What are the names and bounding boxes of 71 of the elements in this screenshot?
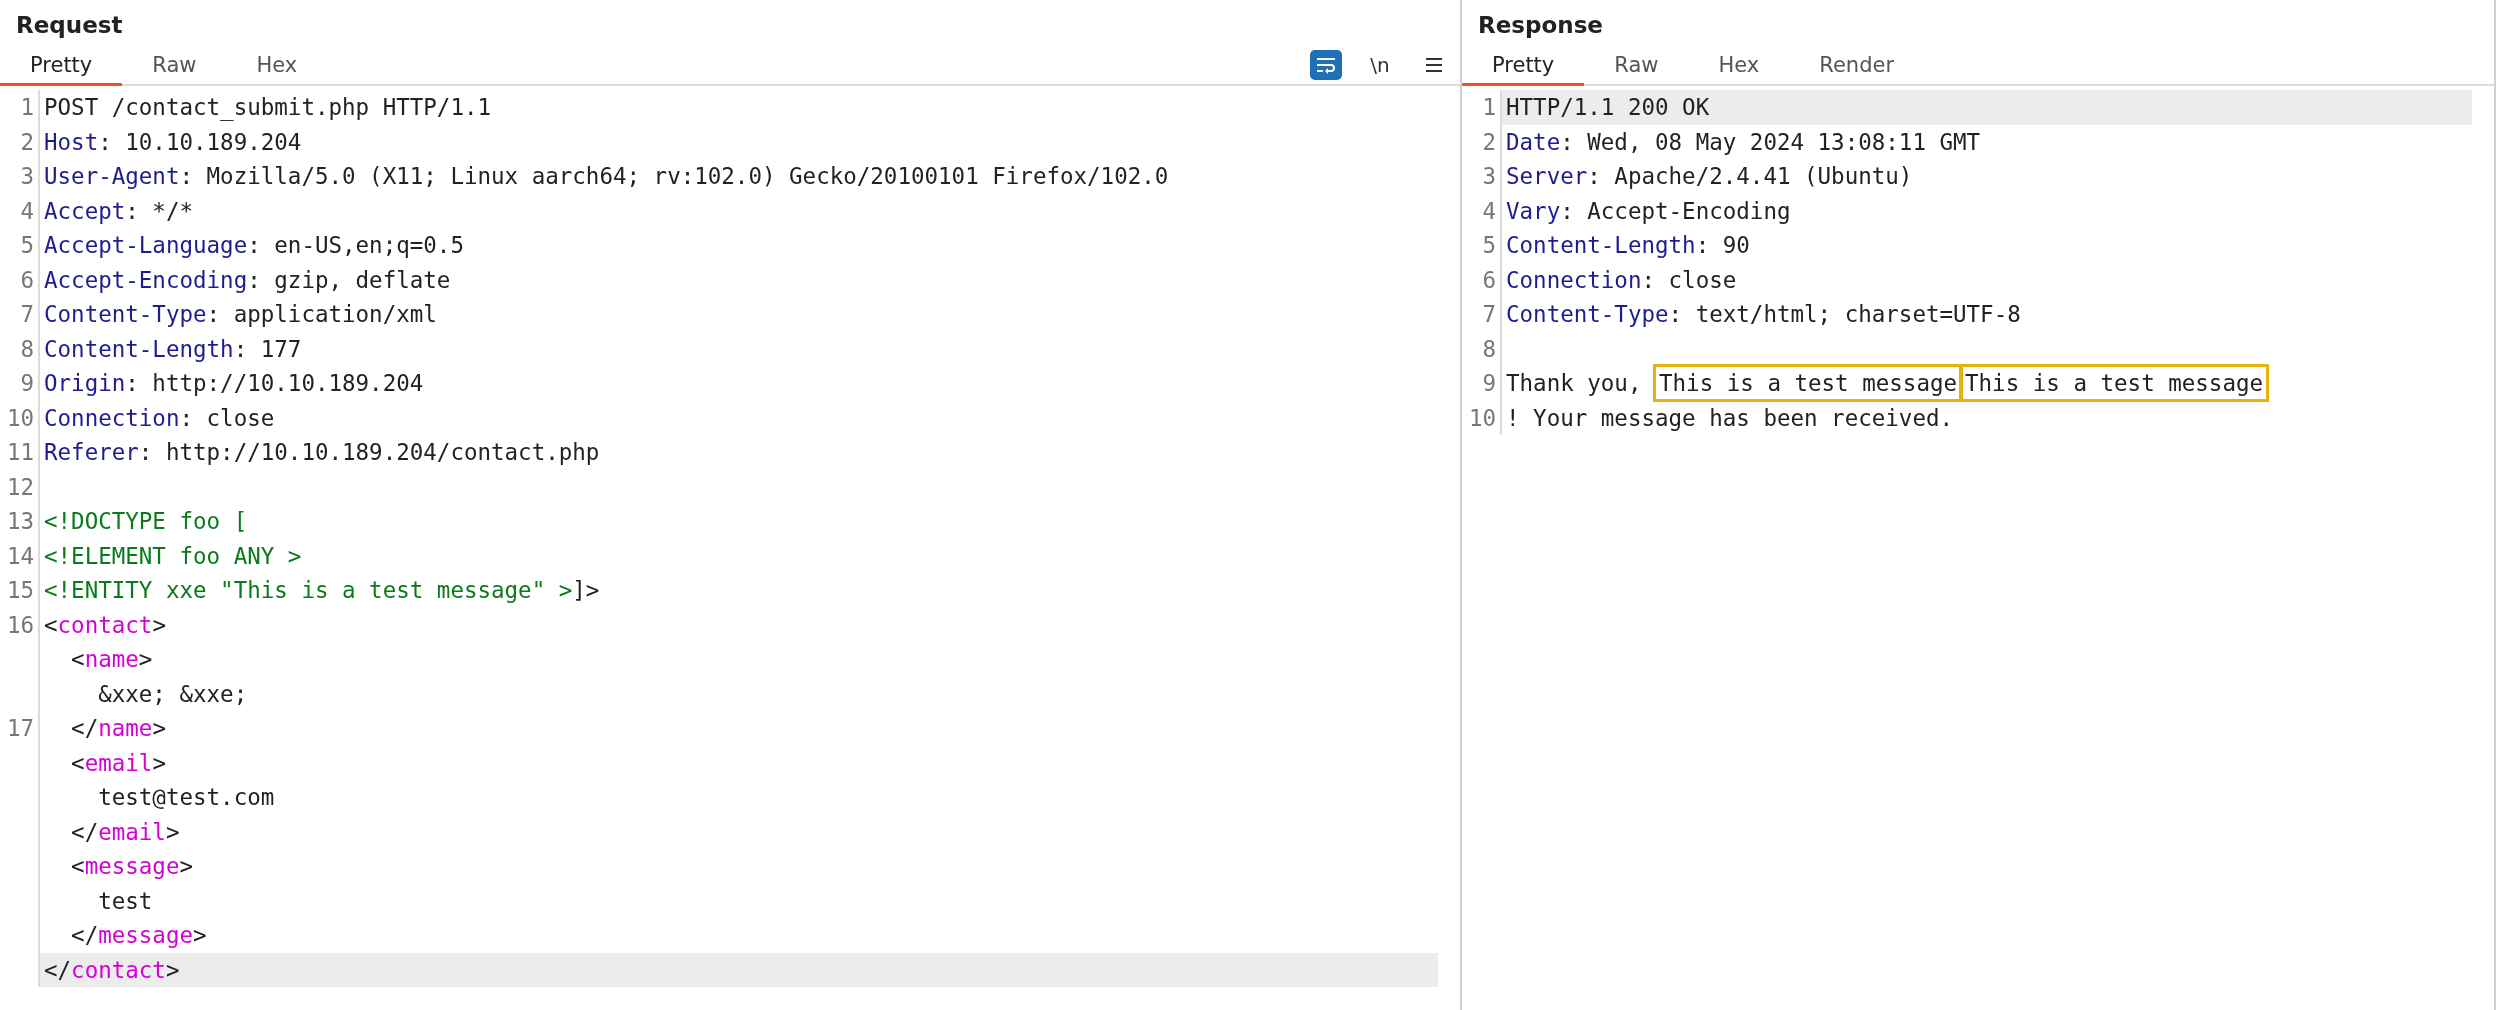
line-number: 8 (0, 331, 40, 366)
wrap-button[interactable] (1310, 50, 1342, 80)
newline-button[interactable]: \n (1364, 50, 1396, 80)
code-line: <email> (70, 748, 167, 778)
line-number: 3 (1462, 159, 1502, 194)
code-line: <message> (70, 852, 194, 881)
code-line: </name> (70, 714, 167, 743)
line-number: 6 (0, 262, 40, 297)
code-line: Accept: */* (43, 196, 194, 226)
panel-title: Response (1477, 11, 1604, 40)
line-number: 4 (0, 193, 40, 228)
line-number: 4 (1462, 193, 1502, 228)
code-line: Content-Type: text/html; charset=UTF-8 (1505, 300, 2022, 329)
code-line: Referer: http://10.10.189.204/contact.php (43, 438, 601, 467)
code-line: Connection: close (1505, 265, 1738, 295)
tab[interactable]: Pretty (1462, 46, 1585, 86)
line-number: 6 (1462, 262, 1502, 297)
line-number: 7 (0, 297, 40, 332)
code-line: Accept-Encoding: gzip, deflate (43, 265, 452, 295)
code-line: Connection: close (43, 403, 276, 433)
line-number: 15 (0, 573, 40, 608)
code-line: <!ENTITY xxe "This is a test message" >]> (43, 576, 601, 605)
line-number: 13 (0, 504, 40, 539)
code-line: <!ELEMENT foo ANY > (43, 541, 303, 571)
line-number: 5 (0, 228, 40, 263)
line-number: 2 (0, 124, 40, 159)
code-line: User-Agent: Mozilla/5.0 (X11; Linux aarch64; rv:102.0) Gecko/20100101 Firefox/102.0 (43, 162, 1170, 191)
code-line: Content-Length: 177 (43, 334, 303, 364)
code-line: ! Your message has been received. (1505, 403, 1955, 433)
line-number: 2 (1462, 124, 1502, 159)
code-line: Server: Apache/2.4.41 (Ubuntu) (1505, 162, 1914, 191)
code-line: <contact> (43, 610, 167, 640)
wrap-icon (1315, 56, 1337, 74)
code-line: Date: Wed, 08 May 2024 13:08:11 GMT (1505, 127, 1982, 157)
code-line: Host: 10.10.189.204 (43, 127, 303, 157)
line-number: 7 (1462, 297, 1502, 332)
code-line: Accept-Language: en-US,en;q=0.5 (43, 231, 465, 260)
tab[interactable]: Raw (1584, 46, 1689, 86)
tab[interactable]: Raw (122, 46, 227, 86)
code-line: &xxe; &xxe; (97, 679, 249, 709)
line-number: 11 (0, 435, 40, 470)
tab[interactable]: Hex (226, 46, 328, 86)
tab[interactable]: Pretty (0, 46, 123, 86)
line-number: 9 (0, 366, 40, 401)
code-line: </message> (70, 921, 208, 950)
line-number: 1 (0, 90, 40, 125)
tab[interactable]: Render (1789, 46, 1925, 86)
line-number: 14 (0, 538, 40, 573)
code-line: Vary: Accept-Encoding (1505, 196, 1792, 226)
line-number: 17 (0, 711, 40, 746)
code-line: Content-Type: application/xml (43, 300, 438, 329)
panel-title: Request (15, 11, 124, 40)
line-number: 8 (1462, 331, 1502, 366)
line-number: 16 (0, 607, 40, 642)
tab[interactable]: Hex (1688, 46, 1790, 86)
code-line: Content-Length: 90 (1505, 231, 1751, 260)
line-number: 12 (0, 469, 40, 504)
code-line: POST /contact_submit.php HTTP/1.1 (43, 93, 493, 123)
code-line: test (97, 886, 154, 916)
code-line: test@test.com (97, 783, 276, 812)
line-number: 9 (1462, 366, 1502, 401)
line-number: 10 (1462, 400, 1502, 435)
line-number: 3 (0, 159, 40, 194)
code-line: <name> (70, 645, 154, 674)
code-line: </email> (70, 817, 181, 847)
code-line: Thank you, This is a test message This is a test message (1502, 366, 2472, 401)
code-line: <!DOCTYPE foo [ (43, 507, 249, 536)
code-line: Origin: http://10.10.189.204 (43, 369, 425, 398)
line-number: 10 (0, 400, 40, 435)
menu-icon (1425, 57, 1443, 73)
line-number: 5 (1462, 228, 1502, 263)
